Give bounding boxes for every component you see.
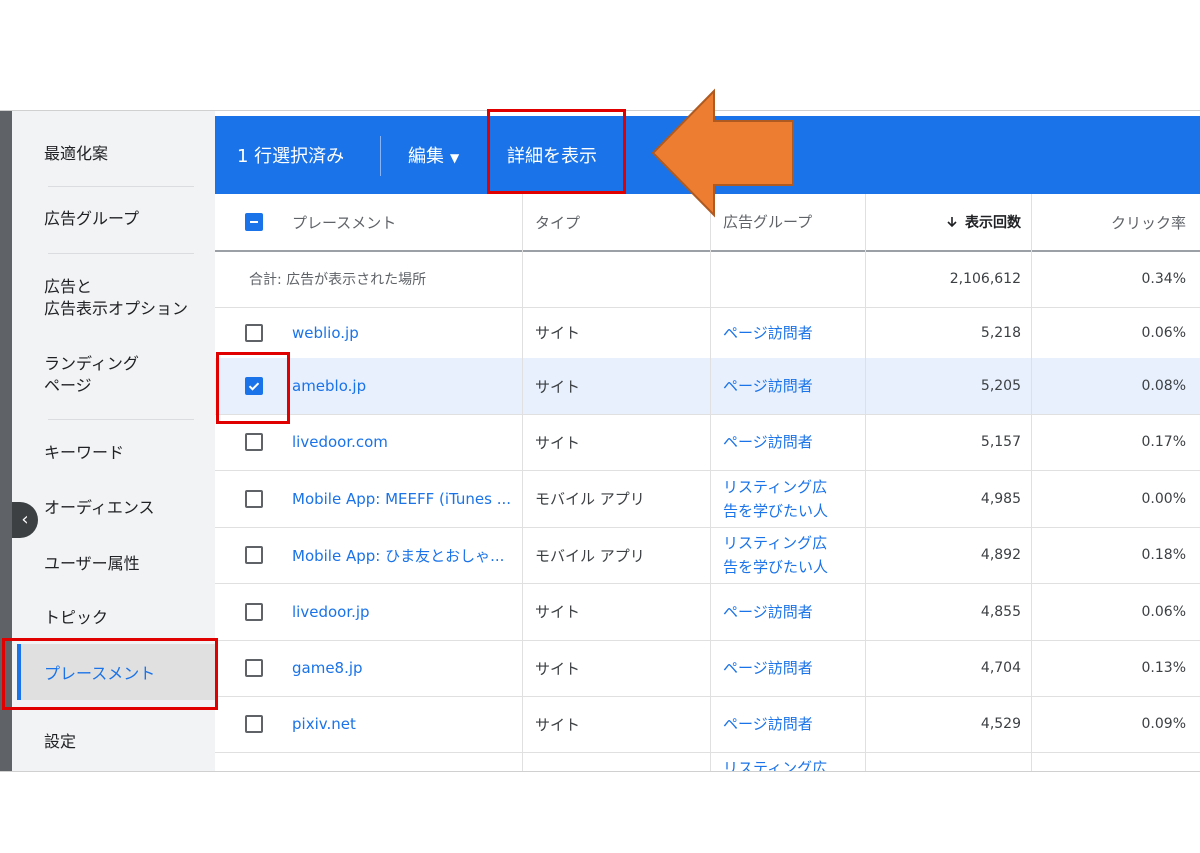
ctr-value: 0.18%	[1141, 547, 1186, 563]
ad-group-link[interactable]: ページ訪問者	[723, 414, 863, 470]
placement-type: サイト	[535, 659, 581, 678]
placement-link[interactable]	[292, 752, 522, 771]
impressions-value: 4,529	[980, 716, 1021, 732]
impressions-value: 4,855	[980, 603, 1021, 620]
impressions-value: 4,892	[980, 547, 1021, 563]
ctr-value: 0.00%	[1141, 490, 1186, 507]
table-total-row: 合計: 広告が表示された場所 2,106,612 0.34%	[215, 250, 1200, 308]
sidebar-item-ad-groups[interactable]: 広告グループ	[44, 208, 139, 230]
table-row[interactable]: Mobile App: ひま友とおしゃ... モバイル アプリ リスティング広 告を…	[215, 527, 1200, 584]
row-checkbox[interactable]	[245, 603, 263, 621]
row-checkbox[interactable]	[245, 324, 263, 342]
indeterminate-icon	[250, 221, 258, 223]
sidebar-item-demographics[interactable]: ユーザー属性	[44, 553, 140, 575]
caret-down-icon: ▼	[450, 151, 460, 165]
ctr-value: 0.06%	[1141, 324, 1186, 341]
sidebar-item-keywords[interactable]: キーワード	[44, 442, 124, 464]
placement-link[interactable]: ameblo.jp	[292, 358, 522, 414]
placement-link[interactable]: Mobile App: MEEFF (iTunes ...	[292, 470, 522, 527]
ad-group-link[interactable]: リスティング広 告を学びたい人	[723, 527, 863, 583]
placement-type: サイト	[535, 433, 581, 452]
sidebar-item-recommendations[interactable]: 最適化案	[44, 143, 108, 165]
ad-group-link[interactable]: ページ訪問者	[723, 696, 863, 752]
ad-group-link[interactable]: ページ訪問者	[723, 358, 863, 414]
sidebar-item-ads-extensions[interactable]: 広告と 広告表示オプション	[44, 276, 188, 320]
row-checkbox[interactable]	[245, 715, 263, 733]
table-row[interactable]: game8.jp サイト ページ訪問者 4,704 0.13%	[215, 640, 1200, 697]
placement-type: サイト	[535, 603, 581, 621]
impressions-value: 5,205	[980, 378, 1021, 394]
total-impressions: 2,106,612	[949, 270, 1021, 287]
ad-group-link[interactable]: ページ訪問者	[723, 640, 863, 696]
highlight-selected-checkbox	[216, 352, 290, 424]
sidebar-divider	[48, 186, 194, 187]
sidebar-item-settings[interactable]: 設定	[44, 731, 76, 753]
table-row[interactable]: weblio.jp サイト ページ訪問者 5,218 0.06%	[215, 307, 1200, 359]
ad-group-link[interactable]: ページ訪問者	[723, 307, 863, 358]
row-checkbox[interactable]	[245, 546, 263, 564]
placement-link[interactable]: weblio.jp	[292, 307, 522, 358]
sidebar-item-landing-pages[interactable]: ランディング ページ	[44, 353, 139, 397]
table-row[interactable]: リスティング広	[215, 752, 1200, 771]
total-ctr: 0.34%	[1141, 270, 1186, 287]
ad-group-link[interactable]: ページ訪問者	[723, 583, 863, 640]
placement-link[interactable]: Mobile App: ひま友とおしゃ...	[292, 527, 522, 583]
table-row[interactable]: livedoor.jp サイト ページ訪問者 4,855 0.06%	[215, 583, 1200, 641]
table-row[interactable]: pixiv.net サイト ページ訪問者 4,529 0.09%	[215, 696, 1200, 753]
column-header-impressions-label: 表示回数	[965, 215, 1021, 231]
arrow-down-icon	[947, 217, 957, 228]
arrow-left-icon	[651, 88, 794, 218]
placement-type: サイト	[535, 377, 581, 396]
edit-menu-label: 編集	[408, 146, 444, 167]
toolbar-divider	[380, 136, 381, 176]
ctr-value	[1032, 752, 1186, 771]
select-all-checkbox[interactable]	[245, 213, 263, 231]
sidebar-divider	[48, 253, 194, 254]
placement-type: モバイル アプリ	[535, 490, 645, 508]
impressions-value	[866, 752, 1021, 771]
impressions-value: 5,218	[980, 324, 1021, 341]
highlight-placements-nav	[2, 638, 218, 710]
ctr-value: 0.08%	[1141, 378, 1186, 394]
placement-type	[535, 752, 705, 771]
edit-menu-button[interactable]: 編集 ▼	[408, 142, 459, 168]
impressions-value: 4,704	[980, 660, 1021, 676]
total-label: 合計: 広告が表示された場所	[249, 271, 427, 288]
placement-link[interactable]: livedoor.jp	[292, 583, 522, 640]
placement-type: モバイル アプリ	[535, 546, 645, 565]
ctr-value: 0.13%	[1141, 660, 1186, 676]
placement-link[interactable]: livedoor.com	[292, 414, 522, 470]
ctr-value: 0.09%	[1141, 716, 1186, 732]
highlight-show-details	[487, 109, 626, 194]
column-header-placement[interactable]: プレースメント	[292, 194, 522, 250]
column-header-ctr[interactable]: クリック率	[1032, 194, 1186, 250]
row-checkbox[interactable]	[245, 659, 263, 677]
column-header-impressions[interactable]: 表示回数	[866, 194, 1021, 250]
table-row[interactable]: Mobile App: MEEFF (iTunes ... モバイル アプリ リステ…	[215, 470, 1200, 528]
ctr-value: 0.06%	[1141, 603, 1186, 620]
ad-group-link[interactable]: リスティング広	[723, 752, 863, 771]
ad-group-link[interactable]: リスティング広 告を学びたい人	[723, 470, 863, 527]
table-row[interactable]: ameblo.jp サイト ページ訪問者 5,205 0.08%	[215, 358, 1200, 415]
placement-type: サイト	[535, 324, 581, 342]
sidebar-item-audiences[interactable]: オーディエンス	[44, 497, 155, 519]
impressions-value: 5,157	[980, 434, 1021, 450]
selected-count-label: 1 行選択済み	[237, 146, 345, 167]
table-row[interactable]: livedoor.com サイト ページ訪問者 5,157 0.17%	[215, 414, 1200, 471]
ctr-value: 0.17%	[1141, 434, 1186, 450]
placement-link[interactable]: pixiv.net	[292, 696, 522, 752]
impressions-value: 4,985	[980, 490, 1021, 507]
row-checkbox[interactable]	[245, 490, 263, 508]
sidebar-item-topics[interactable]: トピック	[44, 607, 108, 629]
placement-link[interactable]: game8.jp	[292, 640, 522, 696]
sidebar-divider	[48, 419, 194, 420]
row-checkbox[interactable]	[245, 433, 263, 451]
placement-type: サイト	[535, 715, 581, 734]
